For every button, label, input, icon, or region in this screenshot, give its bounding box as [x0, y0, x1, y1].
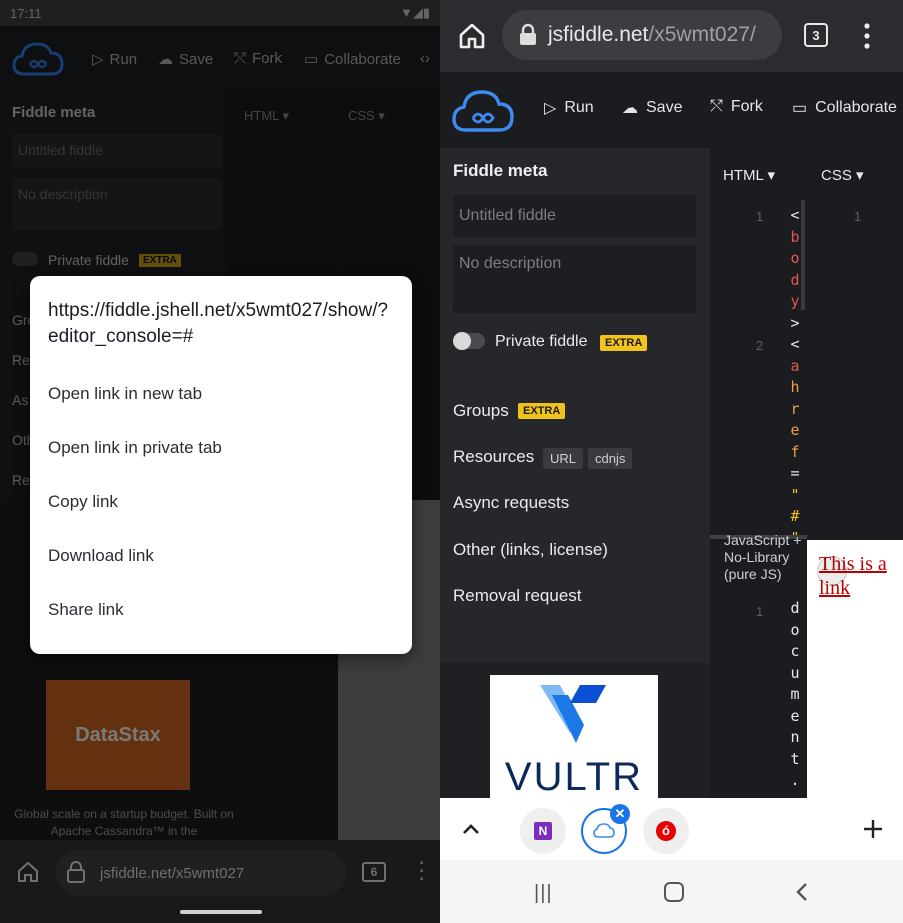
cdnjs-chip[interactable]: cdnjs — [588, 448, 633, 469]
link-context-menu: https://fiddle.jshell.net/x5wmt027/show/… — [30, 276, 412, 654]
js-column-header[interactable]: JavaScript + No-Library (pure JS) — [724, 532, 804, 604]
code-char: " — [790, 485, 800, 504]
code-char: d — [790, 270, 800, 289]
code-char: t — [790, 749, 800, 768]
css-column-header[interactable]: CSS ▾ — [821, 166, 864, 184]
async-requests-link[interactable]: Async requests — [453, 493, 569, 513]
collaborate-button[interactable]: ▭ Collaborate — [792, 98, 897, 118]
jsfiddle-tab-icon — [593, 823, 615, 838]
other-links-link[interactable]: Other (links, license) — [453, 540, 608, 560]
code-char: b — [790, 227, 800, 246]
cloud-upload-icon: ☁ — [622, 100, 638, 117]
share-link-item[interactable]: Share link — [48, 600, 124, 620]
code-char: u — [790, 663, 800, 682]
removal-request-link[interactable]: Removal request — [453, 586, 582, 606]
vodafone-icon: ó — [656, 821, 676, 841]
url-path: /x5wmt027/ — [648, 23, 756, 46]
code-char: d — [790, 599, 800, 617]
fork-label: Fork — [730, 98, 763, 115]
chat-icon: ▭ — [792, 100, 808, 117]
code-char: r — [790, 399, 800, 418]
code-char: e — [790, 706, 800, 725]
code-char: n — [790, 728, 800, 746]
fork-button[interactable]: ⤲ Fork — [710, 98, 763, 116]
code-char: o — [790, 249, 800, 267]
code-char: # — [790, 507, 800, 525]
home-icon[interactable] — [456, 20, 488, 52]
save-button[interactable]: ☁ Save — [622, 98, 682, 118]
code-char: a — [790, 356, 800, 375]
code-char: m — [790, 685, 800, 703]
context-menu-url: https://fiddle.jshell.net/x5wmt027/show/… — [48, 300, 389, 347]
extra-badge: EXTRA — [600, 335, 648, 351]
jsfiddle-logo-icon[interactable] — [452, 88, 514, 134]
gesture-nav-bar[interactable] — [180, 910, 262, 914]
code-char: < — [790, 206, 800, 224]
onenote-tab[interactable]: N — [520, 808, 566, 854]
url-field[interactable]: jsfiddle.net/x5wmt027/ — [502, 10, 782, 60]
vultr-logo-icon — [540, 685, 606, 743]
url-host: jsfiddle.net — [548, 23, 649, 46]
copy-link-item[interactable]: Copy link — [48, 492, 118, 512]
code-char: c — [790, 642, 800, 660]
collaborate-label: Collaborate — [815, 99, 897, 116]
save-label: Save — [646, 99, 683, 116]
fiddle-name-input[interactable]: Untitled fiddle — [453, 195, 696, 237]
vultr-brand-text: VULTR — [504, 755, 644, 798]
groups-extra-badge: EXTRA — [518, 403, 566, 419]
touch-ripple — [817, 556, 847, 586]
vodafone-tab[interactable]: ó — [643, 808, 689, 854]
private-toggle[interactable] — [453, 332, 485, 350]
code-char: < — [790, 335, 800, 353]
code-char: h — [790, 378, 800, 396]
vultr-ad-image[interactable]: VULTR — [490, 675, 658, 798]
code-char: y — [790, 292, 800, 310]
lock-icon — [520, 23, 536, 45]
open-new-tab-item[interactable]: Open link in new tab — [48, 384, 202, 404]
code-char: f — [790, 442, 800, 461]
new-tab-plus-icon[interactable] — [862, 818, 884, 840]
menu-dots-icon[interactable] — [860, 20, 874, 52]
js-line-number-1: 1 — [756, 604, 764, 619]
open-private-tab-item[interactable]: Open link in private tab — [48, 438, 222, 458]
tab-count-button[interactable]: 3 — [804, 23, 828, 47]
result-pane: This is a link — [807, 540, 903, 798]
close-tab-icon[interactable]: ✕ — [610, 804, 630, 824]
fiddle-description-input[interactable]: No description — [453, 245, 696, 313]
recents-icon[interactable]: ||| — [534, 882, 553, 905]
private-label: Private fiddle — [495, 333, 588, 350]
home-nav-icon[interactable] — [664, 882, 684, 902]
download-link-item[interactable]: Download link — [48, 546, 154, 566]
right-browser-pane: jsfiddle.net/x5wmt027/ 3 ▷ Run ☁ Save ⤲ For… — [440, 0, 903, 923]
code-char: o — [790, 620, 800, 639]
back-icon[interactable] — [794, 881, 810, 903]
meta-title: Fiddle meta — [453, 161, 548, 180]
onenote-icon: N — [534, 822, 552, 840]
code-char: > — [790, 313, 800, 332]
line-number-1: 1 — [756, 209, 764, 224]
run-icon: ▷ — [544, 100, 557, 117]
code-char: = — [790, 464, 800, 482]
css-line-number-1: 1 — [854, 209, 862, 224]
chevron-up-icon[interactable] — [460, 818, 482, 840]
url-chip[interactable]: URL — [543, 448, 584, 469]
css-editor-column — [807, 148, 903, 540]
run-label: Run — [564, 99, 594, 116]
line-number-2: 2 — [756, 338, 764, 353]
left-browser-pane: 17:11 ▼◢▮ ▷ Run ☁ Save ⤲ Fork ▭ Collaborate … — [0, 0, 440, 923]
code-char: . — [790, 771, 800, 789]
editor-scrollbar[interactable] — [801, 200, 805, 310]
resources-link[interactable]: Resources — [453, 447, 534, 467]
html-column-header[interactable]: HTML ▾ — [723, 166, 775, 184]
run-button[interactable]: ▷ Run — [544, 98, 594, 118]
code-char: e — [790, 421, 800, 439]
fork-icon: ⤲ — [710, 98, 723, 115]
groups-link[interactable]: Groups — [453, 401, 509, 421]
